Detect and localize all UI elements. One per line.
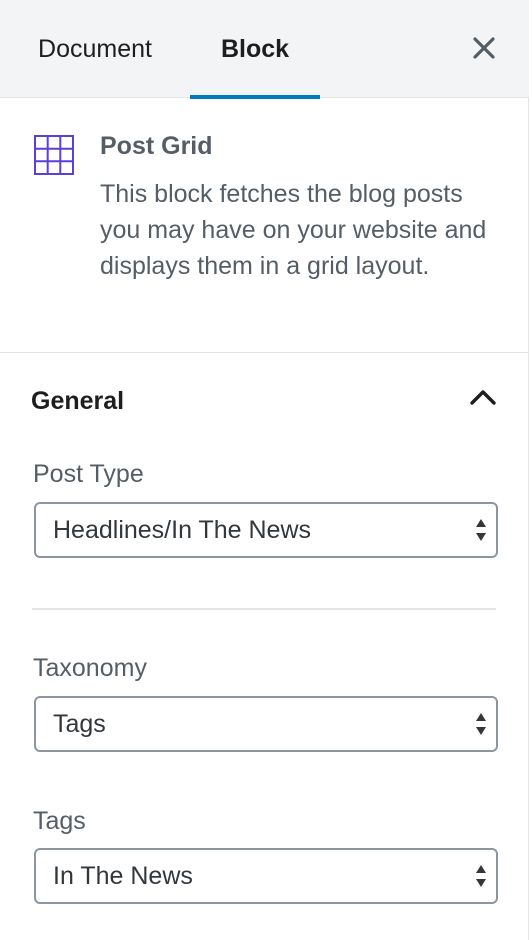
- tags-value: In The News: [53, 862, 193, 890]
- general-panel-toggle[interactable]: General: [0, 354, 529, 448]
- block-title: Post Grid: [100, 132, 213, 160]
- close-icon: [473, 37, 495, 59]
- block-card: Post Grid This block fetches the blog po…: [0, 98, 529, 353]
- tags-label: Tags: [33, 807, 86, 835]
- tab-block[interactable]: Block: [190, 0, 320, 99]
- taxonomy-label: Taxonomy: [33, 654, 147, 682]
- select-arrows-icon: [476, 519, 486, 541]
- tab-document[interactable]: Document: [14, 0, 176, 98]
- taxonomy-select[interactable]: Tags: [34, 696, 498, 752]
- post-type-value: Headlines/In The News: [53, 516, 312, 544]
- taxonomy-value: Tags: [53, 710, 106, 738]
- close-sidebar-button[interactable]: [464, 28, 504, 68]
- sidebar-tabs: Document Block: [0, 0, 529, 99]
- tags-select[interactable]: In The News: [34, 848, 498, 904]
- select-arrows-icon: [476, 865, 486, 887]
- post-type-select[interactable]: Headlines/In The News: [34, 502, 498, 558]
- block-settings-sidebar: Document Block Post Grid This block fetc…: [0, 0, 529, 940]
- chevron-up-icon: [470, 390, 496, 405]
- select-arrows-icon: [476, 713, 486, 735]
- general-panel-title: General: [31, 387, 125, 415]
- field-divider: [32, 608, 496, 610]
- block-description: This block fetches the blog posts you ma…: [100, 180, 487, 280]
- grid-icon: [34, 135, 74, 175]
- post-type-label: Post Type: [33, 460, 144, 488]
